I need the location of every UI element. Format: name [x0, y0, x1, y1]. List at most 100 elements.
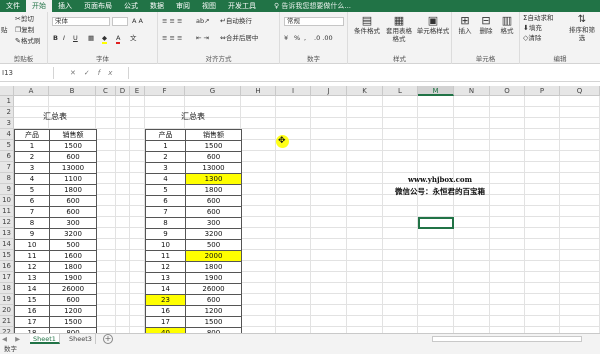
- merge-center-button[interactable]: ⇔合并后居中: [220, 34, 258, 42]
- formula-input[interactable]: [128, 67, 600, 79]
- menu-item-2[interactable]: 插入: [52, 0, 78, 12]
- autosum-button[interactable]: Σ自动求和: [523, 14, 553, 22]
- row-header-6[interactable]: 6: [0, 151, 14, 162]
- bold-button[interactable]: B: [53, 34, 58, 42]
- row-header-5[interactable]: 5: [0, 140, 14, 151]
- table1-cell[interactable]: 17: [15, 317, 50, 328]
- indent-icon[interactable]: ⇤ ⇥: [196, 34, 209, 42]
- table2-header-cell[interactable]: 产品: [146, 130, 186, 141]
- fill-color-icon[interactable]: ◆: [102, 34, 107, 44]
- table2-cell[interactable]: 11: [146, 251, 186, 262]
- menu-item-1[interactable]: 开始: [26, 0, 52, 12]
- row-header-15[interactable]: 15: [0, 250, 14, 261]
- table2-cell[interactable]: 8: [146, 218, 186, 229]
- font-color-icon[interactable]: A: [116, 34, 121, 44]
- tell-me-search[interactable]: ♀ 告诉我您想要做什么...: [268, 0, 357, 12]
- font-name-select[interactable]: 宋体: [52, 17, 110, 26]
- align-left-icon[interactable]: ≡ ≡ ≡: [162, 34, 182, 42]
- orientation-icon[interactable]: ab↗: [196, 17, 210, 25]
- format-cells-button[interactable]: ▥ 格式: [497, 15, 517, 36]
- column-header-I[interactable]: I: [276, 86, 311, 96]
- table1-cell[interactable]: 1600: [50, 251, 97, 262]
- table1-cell[interactable]: 5: [15, 185, 50, 196]
- table1-cell[interactable]: 4: [15, 174, 50, 185]
- table2-cell[interactable]: 600: [186, 152, 242, 163]
- table1-cell[interactable]: 600: [50, 207, 97, 218]
- row-header-14[interactable]: 14: [0, 239, 14, 250]
- row-header-20[interactable]: 20: [0, 305, 14, 316]
- row-header-19[interactable]: 19: [0, 294, 14, 305]
- table2-cell[interactable]: 16: [146, 306, 186, 317]
- table1-cell[interactable]: 13000: [50, 163, 97, 174]
- table1-cell[interactable]: 500: [50, 240, 97, 251]
- check-icon[interactable]: ✓: [84, 69, 98, 77]
- table2-cell[interactable]: 1200: [186, 306, 242, 317]
- table2-cell[interactable]: 23: [146, 295, 186, 306]
- sheet-tab-Sheet1[interactable]: Sheet1: [30, 334, 60, 344]
- comma-button[interactable]: ,: [304, 34, 306, 42]
- column-header-P[interactable]: P: [525, 86, 560, 96]
- column-header-D[interactable]: D: [116, 86, 130, 96]
- cut-button[interactable]: ✂剪切: [15, 15, 34, 23]
- table1-cell[interactable]: 600: [50, 196, 97, 207]
- active-cell-selection[interactable]: [418, 217, 454, 229]
- row-header-13[interactable]: 13: [0, 228, 14, 239]
- fx-icon[interactable]: fx: [98, 69, 121, 77]
- format-painter-button[interactable]: ✎格式刷: [15, 37, 40, 45]
- row-header-21[interactable]: 21: [0, 316, 14, 327]
- fill-button[interactable]: ⬇填充: [523, 24, 542, 32]
- column-header-A[interactable]: A: [14, 86, 49, 96]
- table2-cell[interactable]: 13: [146, 273, 186, 284]
- column-header-L[interactable]: L: [383, 86, 418, 96]
- column-header-Q[interactable]: Q: [560, 86, 600, 96]
- column-header-E[interactable]: E: [130, 86, 145, 96]
- column-header-H[interactable]: H: [241, 86, 276, 96]
- wrap-text-button[interactable]: ↵自动换行: [220, 17, 252, 25]
- table1-cell[interactable]: 1800: [50, 262, 97, 273]
- column-header-F[interactable]: F: [145, 86, 185, 96]
- table1-header-cell[interactable]: 产品: [15, 130, 50, 141]
- table2-cell[interactable]: 600: [186, 196, 242, 207]
- table2-cell[interactable]: 12: [146, 262, 186, 273]
- column-header-B[interactable]: B: [49, 86, 96, 96]
- column-header-M[interactable]: M: [418, 86, 454, 96]
- row-header-1[interactable]: 1: [0, 96, 14, 107]
- phonetic-icon[interactable]: 文: [130, 34, 137, 42]
- table1-cell[interactable]: 13: [15, 273, 50, 284]
- table1-cell[interactable]: 7: [15, 207, 50, 218]
- table1-cell[interactable]: 3: [15, 163, 50, 174]
- table1-cell[interactable]: 2: [15, 152, 50, 163]
- clear-button[interactable]: ◇清除: [523, 34, 541, 42]
- table1-cell[interactable]: 9: [15, 229, 50, 240]
- sheet-tab-Sheet3[interactable]: Sheet3: [66, 334, 96, 344]
- number-format-select[interactable]: 常规: [284, 17, 344, 26]
- table2-cell[interactable]: 3200: [186, 229, 242, 240]
- row-header-16[interactable]: 16: [0, 261, 14, 272]
- table1-cell[interactable]: 11: [15, 251, 50, 262]
- table1-cell[interactable]: 8: [15, 218, 50, 229]
- table2-cell[interactable]: 26000: [186, 284, 242, 295]
- table2-cell[interactable]: 6: [146, 196, 186, 207]
- row-header-3[interactable]: 3: [0, 118, 14, 129]
- column-header-O[interactable]: O: [490, 86, 525, 96]
- menu-item-4[interactable]: 公式: [118, 0, 144, 12]
- align-top-icon[interactable]: ≡ ≡ ≡: [162, 17, 182, 25]
- table1-cell[interactable]: 1500: [50, 141, 97, 152]
- table2-cell[interactable]: 300: [186, 218, 242, 229]
- table2-cell[interactable]: 600: [186, 207, 242, 218]
- row-header-4[interactable]: 4: [0, 129, 14, 140]
- table1-cell[interactable]: 1800: [50, 185, 97, 196]
- copy-button[interactable]: ❐复制: [15, 26, 34, 34]
- name-box[interactable]: I13: [0, 67, 54, 79]
- decimal-icon[interactable]: .0 .00: [314, 34, 333, 42]
- table2-cell[interactable]: 1900: [186, 273, 242, 284]
- menu-item-6[interactable]: 审阅: [170, 0, 196, 12]
- add-sheet-button[interactable]: +: [103, 334, 113, 344]
- table1-cell[interactable]: 14: [15, 284, 50, 295]
- column-header-G[interactable]: G: [185, 86, 241, 96]
- table1-cell[interactable]: 16: [15, 306, 50, 317]
- table2-cell[interactable]: 1300: [186, 174, 242, 185]
- menu-item-0[interactable]: 文件: [0, 0, 26, 12]
- table2-cell[interactable]: 600: [186, 295, 242, 306]
- menu-item-3[interactable]: 页面布局: [78, 0, 118, 12]
